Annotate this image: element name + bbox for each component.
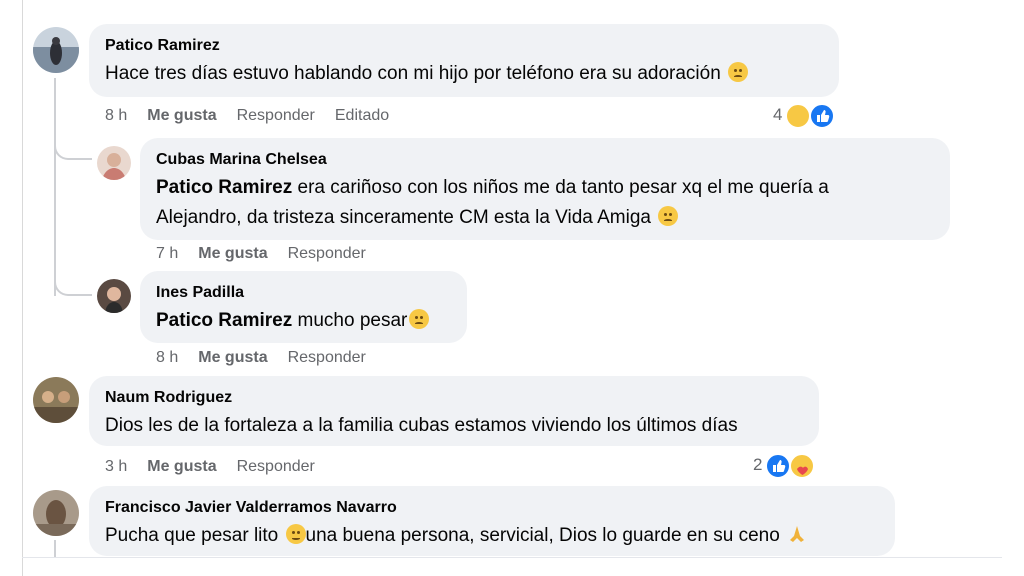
comment-bubble: Cubas Marina Chelsea Patico Ramirez era … [140, 138, 950, 240]
comment-time[interactable]: 7 h [156, 245, 178, 262]
comment-author[interactable]: Cubas Marina Chelsea [156, 150, 934, 170]
thread-branch [54, 272, 92, 296]
edited-label: Editado [334, 107, 390, 124]
comment-actions: 3 h Me gusta Responder [105, 457, 335, 477]
comment-time[interactable]: 8 h [105, 107, 127, 124]
left-border [22, 0, 23, 576]
reply-button[interactable]: Responder [237, 107, 315, 124]
reaction-summary[interactable]: 4 [773, 103, 837, 129]
comment-author[interactable]: Naum Rodriguez [105, 388, 803, 408]
bottom-divider [22, 557, 1002, 558]
folded-hands-icon [787, 524, 807, 544]
comment-author[interactable]: Ines Padilla [156, 283, 451, 303]
avatar[interactable] [33, 377, 79, 423]
like-button[interactable]: Me gusta [147, 107, 216, 124]
comment-text: Patico Ramirez mucho pesar [156, 306, 451, 336]
avatar[interactable] [33, 27, 79, 73]
reply-button[interactable]: Responder [288, 245, 366, 262]
like-icon [765, 453, 791, 479]
like-icon [809, 103, 835, 129]
comment-bubble: Patico Ramirez Hace tres días estuvo hab… [89, 24, 839, 97]
comment-author[interactable]: Patico Ramirez [105, 36, 823, 56]
reply-button[interactable]: Responder [288, 349, 366, 366]
comment-bubble: Ines Padilla Patico Ramirez mucho pesar [140, 271, 467, 343]
comment-text: Pucha que pesar lito una buena persona, … [105, 521, 879, 551]
comment-bubble: Francisco Javier Valderramos Navarro Puc… [89, 486, 895, 556]
thread-line [54, 78, 56, 296]
mention-link[interactable]: Patico Ramirez [156, 310, 292, 331]
pensive-face-icon [658, 206, 679, 226]
like-button[interactable]: Me gusta [147, 458, 216, 475]
comment-text: Patico Ramirez era cariñoso con los niño… [156, 177, 829, 228]
comment-time[interactable]: 3 h [105, 458, 127, 475]
reaction-count: 2 [753, 455, 763, 474]
comment-author[interactable]: Francisco Javier Valderramos Navarro [105, 498, 879, 518]
thread-line [54, 540, 56, 557]
reaction-count: 4 [773, 105, 783, 124]
pleading-face-icon [728, 62, 749, 82]
avatar[interactable] [97, 279, 131, 313]
comment-actions: 7 h Me gusta Responder [156, 244, 386, 264]
pensive-face-icon [409, 309, 430, 329]
comment-time[interactable]: 8 h [156, 349, 178, 366]
like-button[interactable]: Me gusta [198, 245, 267, 262]
sad-icon [785, 103, 811, 129]
reply-button[interactable]: Responder [237, 458, 315, 475]
comment-actions: 8 h Me gusta Responder Editado [105, 106, 409, 126]
avatar[interactable] [33, 490, 79, 536]
avatar[interactable] [97, 146, 131, 180]
frowning-face-icon [285, 524, 306, 544]
reaction-summary[interactable]: 2 [753, 453, 817, 479]
comment-bubble: Naum Rodriguez Dios les de la fortaleza … [89, 376, 819, 446]
comment-actions: 8 h Me gusta Responder [156, 348, 386, 368]
comment-text: Dios les de la fortaleza a la familia cu… [105, 415, 738, 436]
care-icon [789, 453, 815, 479]
like-button[interactable]: Me gusta [198, 349, 267, 366]
thread-branch [54, 138, 92, 160]
comment-text: Hace tres días estuvo hablando con mi hi… [105, 59, 823, 89]
mention-link[interactable]: Patico Ramirez [156, 177, 292, 198]
